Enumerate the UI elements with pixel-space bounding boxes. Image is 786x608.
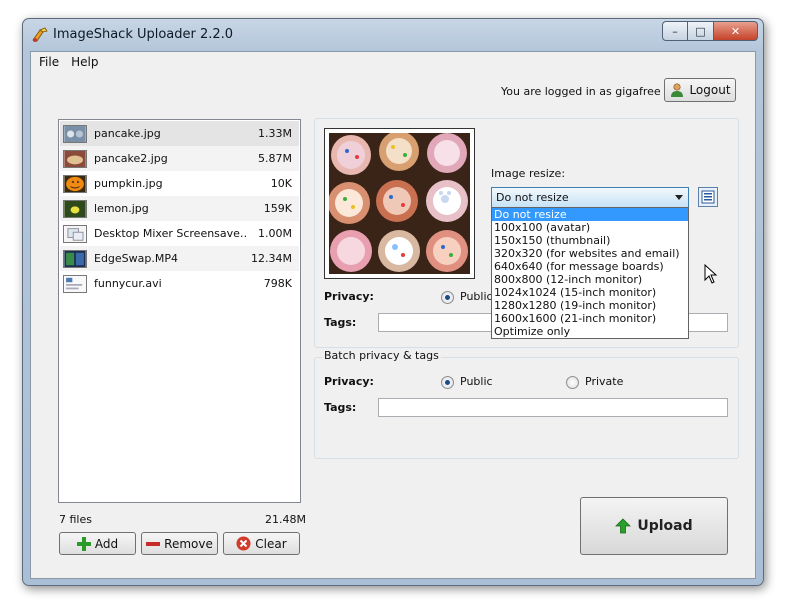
file-row[interactable]: funnycur.avi 798K: [60, 271, 299, 296]
total-size: 21.48M: [265, 513, 306, 526]
arrow-up-icon: [615, 518, 632, 534]
file-row[interactable]: EdgeSwap.MP4 12.34M: [60, 246, 299, 271]
public-radio[interactable]: [441, 291, 454, 304]
maximize-icon: □: [695, 24, 706, 38]
minus-icon: [146, 541, 161, 546]
batch-private-label: Private: [585, 375, 624, 388]
resize-option[interactable]: 1280x1280 (19-inch monitor): [492, 299, 688, 312]
app-logo-icon: [32, 27, 48, 42]
maximize-button[interactable]: □: [688, 21, 714, 41]
file-thumbnail-icon: [63, 174, 87, 193]
remove-button[interactable]: Remove: [141, 532, 218, 555]
resize-option[interactable]: Do not resize: [492, 208, 688, 221]
clear-label: Clear: [255, 536, 287, 551]
file-size: 159K: [263, 202, 292, 215]
privacy-label: Privacy:: [324, 290, 374, 303]
upload-label: Upload: [637, 518, 693, 534]
resize-option[interactable]: 1024x1024 (15-inch monitor): [492, 286, 688, 299]
close-button[interactable]: ✕: [714, 21, 758, 41]
file-thumbnail-icon: [63, 199, 87, 218]
file-count: 7 files: [59, 513, 92, 526]
file-size: 12.34M: [251, 252, 292, 265]
menu-bar: File Help: [31, 52, 755, 72]
minimize-button[interactable]: –: [662, 21, 688, 41]
resize-option[interactable]: Optimize only: [492, 325, 688, 338]
file-thumbnail-icon: [63, 274, 87, 293]
file-size: 5.87M: [258, 152, 292, 165]
file-name: Desktop Mixer Screensave…: [94, 227, 246, 240]
batch-group-title: Batch privacy & tags: [322, 349, 441, 362]
file-row[interactable]: Desktop Mixer Screensave… 1.00M: [60, 221, 299, 246]
resize-option[interactable]: 640x640 (for message boards): [492, 260, 688, 273]
batch-public-radio[interactable]: [441, 376, 454, 389]
close-icon: ✕: [730, 24, 741, 38]
title-bar[interactable]: ImageShack Uploader 2.2.0 – □ ✕: [23, 19, 763, 51]
image-resize-dropdown[interactable]: Do not resize 100x100 (avatar) 150x150 (…: [491, 207, 689, 339]
menu-file[interactable]: File: [33, 55, 65, 69]
public-radio-label: Public: [460, 290, 493, 303]
batch-tags-label: Tags:: [324, 401, 357, 414]
logout-button[interactable]: Logout: [664, 78, 736, 102]
user-icon: [671, 83, 684, 97]
file-size: 1.33M: [258, 127, 292, 140]
batch-tags-input[interactable]: [378, 398, 728, 417]
clear-icon: [236, 536, 251, 551]
chevron-down-icon: [675, 195, 683, 200]
file-name: lemon.jpg: [94, 202, 149, 215]
resize-list-button[interactable]: [698, 187, 718, 207]
minimize-icon: –: [672, 24, 678, 38]
file-name: pancake.jpg: [94, 127, 161, 140]
file-thumbnail-icon: [63, 124, 87, 143]
file-row[interactable]: pancake.jpg 1.33M: [60, 121, 299, 146]
file-name: EdgeSwap.MP4: [94, 252, 179, 265]
file-size: 10K: [270, 177, 292, 190]
window-controls: – □ ✕: [662, 21, 758, 41]
logout-label: Logout: [689, 83, 731, 97]
batch-privacy-label: Privacy:: [324, 375, 374, 388]
clear-button[interactable]: Clear: [223, 532, 300, 555]
file-thumbnail-icon: [63, 149, 87, 168]
list-icon: [701, 190, 715, 204]
resize-option[interactable]: 1600x1600 (21-inch monitor): [492, 312, 688, 325]
tags-label: Tags:: [324, 316, 357, 329]
resize-option[interactable]: 100x100 (avatar): [492, 221, 688, 234]
window-title: ImageShack Uploader 2.2.0: [53, 27, 234, 42]
remove-label: Remove: [164, 536, 213, 551]
mouse-cursor-icon: [704, 264, 718, 284]
batch-public-label: Public: [460, 375, 493, 388]
batch-private-radio[interactable]: [566, 376, 579, 389]
add-label: Add: [94, 536, 119, 551]
file-row[interactable]: pancake2.jpg 5.87M: [60, 146, 299, 171]
file-row[interactable]: pumpkin.jpg 10K: [60, 171, 299, 196]
file-thumbnail-icon: [63, 249, 87, 268]
add-button[interactable]: Add: [59, 532, 136, 555]
resize-option[interactable]: 150x150 (thumbnail): [492, 234, 688, 247]
login-status: You are logged in as gigafree: [501, 85, 661, 98]
image-preview: [324, 128, 475, 279]
menu-help[interactable]: Help: [65, 55, 104, 69]
client-area: File Help You are logged in as gigafree …: [30, 51, 756, 579]
resize-option[interactable]: 800x800 (12-inch monitor): [492, 273, 688, 286]
cupcake-preview-image: [328, 131, 470, 274]
image-resize-label: Image resize:: [491, 167, 566, 180]
file-list[interactable]: pancake.jpg 1.33M pancake2.jpg 5.87M pum…: [58, 119, 301, 503]
file-name: pancake2.jpg: [94, 152, 168, 165]
file-thumbnail-icon: [63, 224, 87, 243]
resize-option[interactable]: 320x320 (for websites and email): [492, 247, 688, 260]
image-resize-value: Do not resize: [496, 191, 569, 204]
file-size: 798K: [263, 277, 292, 290]
image-resize-select[interactable]: Do not resize: [491, 187, 689, 208]
app-window: ImageShack Uploader 2.2.0 – □ ✕ File Hel…: [22, 18, 764, 586]
plus-icon: [76, 536, 91, 551]
upload-button[interactable]: Upload: [580, 497, 728, 555]
file-name: funnycur.avi: [94, 277, 162, 290]
file-size: 1.00M: [258, 227, 292, 240]
file-row[interactable]: lemon.jpg 159K: [60, 196, 299, 221]
file-name: pumpkin.jpg: [94, 177, 163, 190]
